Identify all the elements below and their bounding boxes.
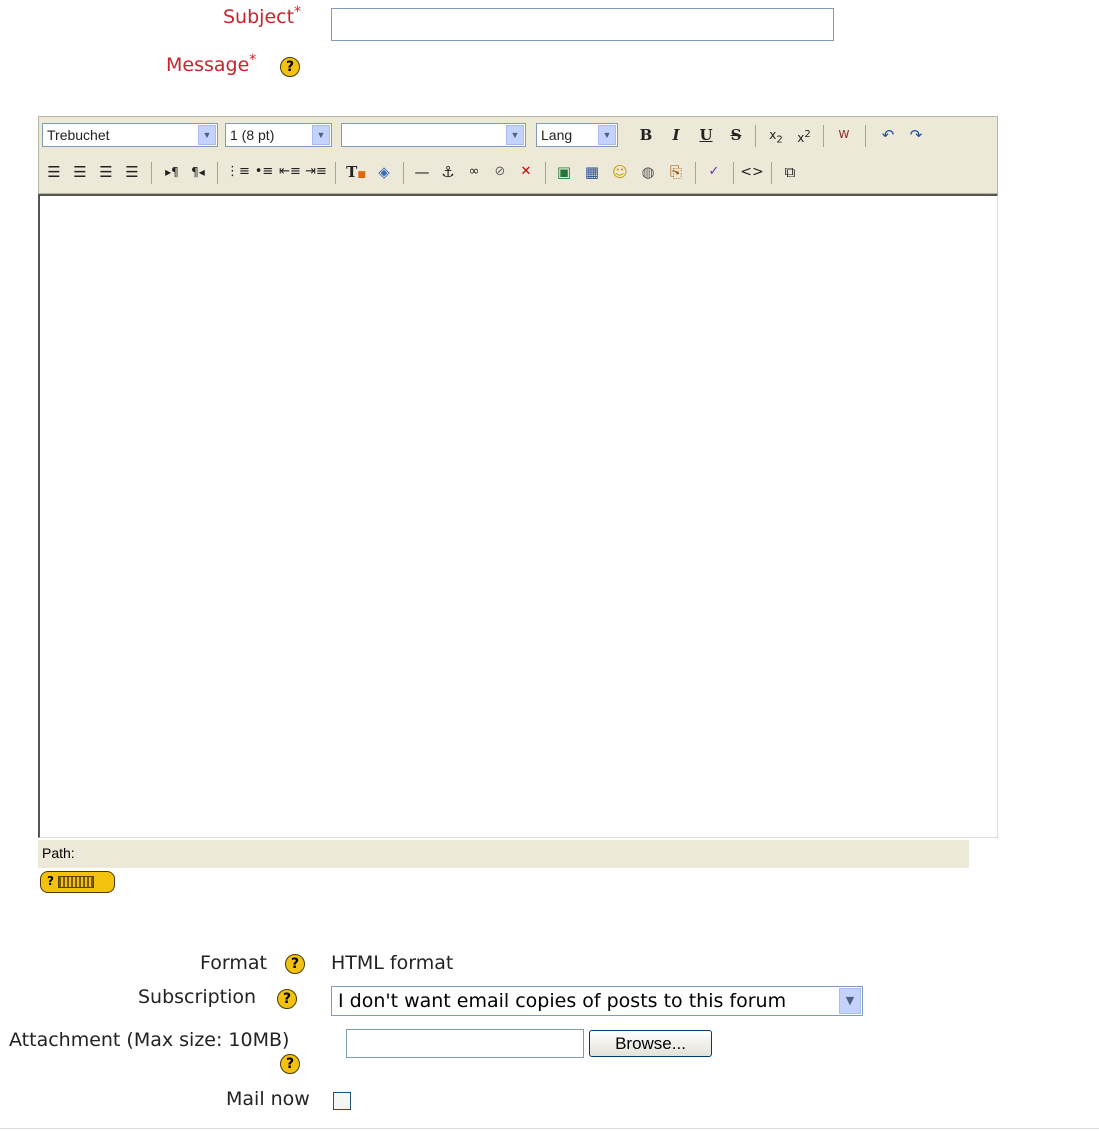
toolbar-separator <box>865 125 866 147</box>
subscription-help-icon[interactable]: ? <box>277 989 297 1009</box>
mailnow-checkbox[interactable] <box>333 1092 351 1110</box>
align-right-icon[interactable]: ☰ <box>93 159 119 185</box>
message-label-text: Message <box>166 54 250 76</box>
unlink-icon[interactable]: ⊘ <box>487 159 513 185</box>
nolink-icon[interactable]: ✕ <box>513 159 539 185</box>
justify-icon[interactable]: ☰ <box>119 159 145 185</box>
paragraph-select[interactable]: ▼ <box>341 123 526 147</box>
redo-icon[interactable]: ↷ <box>903 122 929 148</box>
message-editor-area[interactable] <box>38 194 998 838</box>
subscript-icon[interactable]: x2 <box>763 122 789 148</box>
toolbar-separator <box>695 162 696 184</box>
format-value: HTML format <box>331 952 454 974</box>
lang-value: Lang <box>541 127 573 143</box>
path-label: Path: <box>42 845 75 861</box>
editor-path-bar: Path: <box>38 840 969 868</box>
link-icon[interactable]: ∞ <box>461 159 487 185</box>
font-family-value: Trebuchet <box>47 127 110 143</box>
font-size-value: 1 (8 pt) <box>230 127 275 143</box>
clean-word-icon[interactable]: W <box>831 122 857 148</box>
strikethrough-icon[interactable]: S <box>723 122 749 148</box>
required-star: * <box>249 52 257 68</box>
subject-label: Subject* <box>223 4 302 28</box>
toolbar-separator <box>403 162 404 184</box>
keyboard-icon <box>57 875 94 888</box>
background-color-icon[interactable]: ◈ <box>371 159 397 185</box>
toolbar-separator <box>217 162 218 184</box>
subject-input[interactable] <box>331 8 834 41</box>
chevron-down-icon: ▼ <box>312 125 330 145</box>
table-icon[interactable]: ▦ <box>579 159 605 185</box>
keyboard-help-icon[interactable]: ? <box>40 871 115 893</box>
toolbar-separator <box>823 125 824 147</box>
indent-icon[interactable]: ⇥≡ <box>303 159 329 185</box>
mailnow-label: Mail now <box>226 1088 310 1110</box>
attachment-help-icon[interactable]: ? <box>280 1054 300 1074</box>
smiley-icon[interactable]: ☺ <box>607 159 633 185</box>
subscription-selected: I don't want email copies of posts to th… <box>338 990 787 1012</box>
subscription-label: Subscription <box>138 986 257 1008</box>
html-source-icon[interactable]: <> <box>739 159 765 185</box>
format-label: Format <box>200 952 267 974</box>
keyboard-help-text: ? <box>47 874 54 888</box>
toolbar-separator <box>335 162 336 184</box>
subject-label-text: Subject <box>223 6 295 28</box>
special-char-icon[interactable]: ◍ <box>635 159 661 185</box>
italic-icon[interactable]: I <box>663 122 689 148</box>
align-center-icon[interactable]: ☰ <box>67 159 93 185</box>
subscription-select[interactable]: I don't want email copies of posts to th… <box>331 986 863 1016</box>
underline-icon[interactable]: U <box>693 122 719 148</box>
toolbar-separator <box>151 162 152 184</box>
superscript-icon[interactable]: x2 <box>791 122 817 148</box>
ltr-icon[interactable]: ▸¶ <box>159 159 185 185</box>
horizontal-rule-icon[interactable]: — <box>409 159 435 185</box>
chevron-down-icon: ▼ <box>598 125 616 145</box>
chevron-down-icon: ▼ <box>506 125 524 145</box>
fullscreen-icon[interactable]: ⧉ <box>777 159 803 185</box>
browse-button[interactable]: Browse... <box>589 1030 712 1057</box>
chevron-down-icon: ▼ <box>839 988 861 1014</box>
chevron-down-icon: ▼ <box>198 125 216 145</box>
message-label: Message* <box>166 52 257 76</box>
attachment-label: Attachment (Max size: 10MB) <box>9 1029 290 1051</box>
font-size-select[interactable]: 1 (8 pt) ▼ <box>225 123 332 147</box>
toolbar-separator <box>755 125 756 147</box>
unordered-list-icon[interactable]: •≡ <box>251 159 277 185</box>
toolbar-separator <box>545 162 546 184</box>
ordered-list-icon[interactable]: ⋮≡ <box>225 159 251 185</box>
align-left-icon[interactable]: ☰ <box>41 159 67 185</box>
editor-toolbar: Trebuchet ▼ 1 (8 pt) ▼ ▼ Lang ▼ B I U S … <box>38 116 998 194</box>
attachment-input[interactable] <box>346 1029 584 1058</box>
toolbar-separator <box>733 162 734 184</box>
required-star: * <box>294 4 302 20</box>
outdent-icon[interactable]: ⇤≡ <box>277 159 303 185</box>
undo-icon[interactable]: ↶ <box>875 122 901 148</box>
search-replace-icon[interactable]: ⎘ <box>663 159 689 185</box>
toolbar-separator <box>771 162 772 184</box>
spellcheck-icon[interactable]: ✓ <box>701 159 727 185</box>
anchor-icon[interactable]: ⚓ <box>435 159 461 185</box>
font-family-select[interactable]: Trebuchet ▼ <box>42 123 218 147</box>
text-color-icon[interactable]: T■ <box>343 159 369 185</box>
divider <box>0 1128 1099 1129</box>
image-icon[interactable]: ▣ <box>551 159 577 185</box>
rtl-icon[interactable]: ¶◂ <box>185 159 211 185</box>
bold-icon[interactable]: B <box>633 122 659 148</box>
format-help-icon[interactable]: ? <box>285 954 305 974</box>
message-help-icon[interactable]: ? <box>280 57 300 77</box>
lang-select[interactable]: Lang ▼ <box>536 123 618 147</box>
